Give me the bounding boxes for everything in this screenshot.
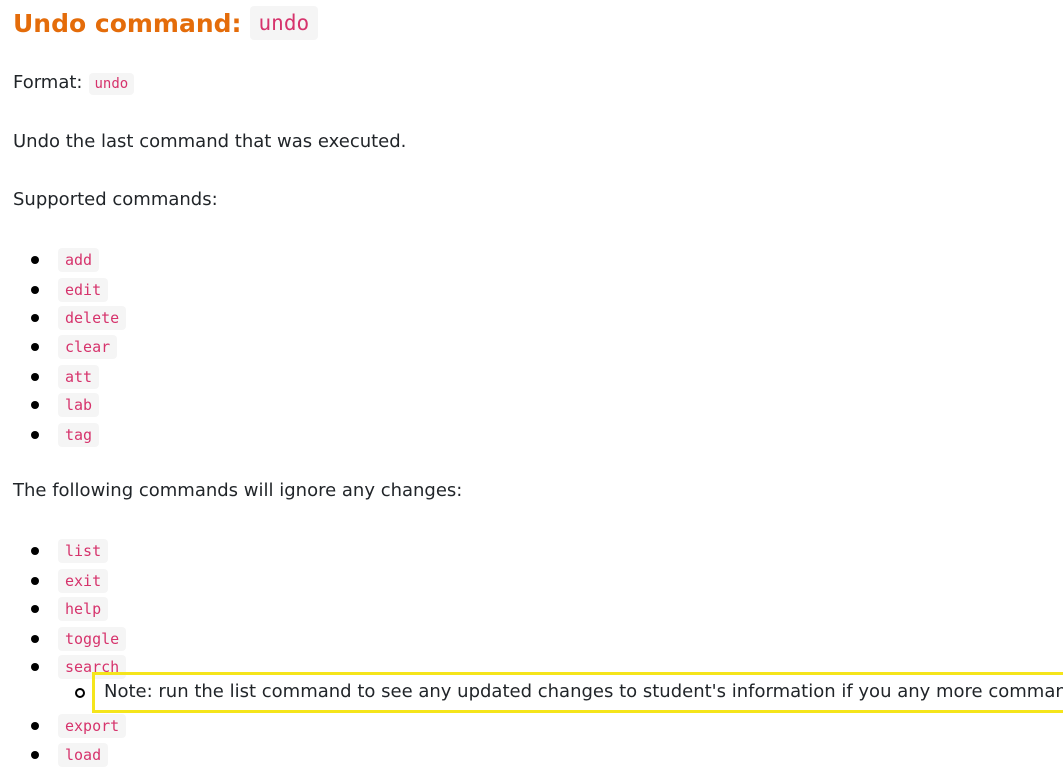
- list-item: load: [13, 743, 109, 767]
- command-code: toggle: [58, 627, 127, 651]
- command-code: delete: [58, 306, 127, 330]
- section-heading: Undo command: undo: [13, 6, 319, 40]
- command-code: load: [58, 743, 109, 767]
- list-item: att: [13, 365, 100, 389]
- bullet-icon: [31, 577, 39, 585]
- bullet-icon: [31, 401, 39, 409]
- list-item: clear: [13, 335, 118, 359]
- command-code: export: [58, 714, 127, 738]
- bullet-icon: [31, 256, 39, 264]
- bullet-icon: [31, 605, 39, 613]
- search-subnote: Note: run the list command to see any up…: [75, 672, 1063, 713]
- command-code: lab: [58, 393, 100, 417]
- format-line: Format: undo: [13, 72, 135, 95]
- bullet-icon: [31, 343, 39, 351]
- supported-commands-label: Supported commands:: [13, 189, 218, 210]
- format-command-code: undo: [88, 73, 135, 95]
- list-item: delete: [13, 306, 127, 330]
- command-code: help: [58, 597, 109, 621]
- ignored-commands-label: The following commands will ignore any c…: [13, 480, 463, 501]
- list-item: export: [13, 714, 127, 738]
- list-item: add: [13, 248, 100, 272]
- command-code: clear: [58, 335, 118, 359]
- command-code: list: [58, 539, 109, 563]
- list-item: edit: [13, 278, 109, 302]
- bullet-icon: [31, 722, 39, 730]
- bullet-icon: [31, 635, 39, 643]
- bullet-icon: [31, 751, 39, 759]
- list-item: exit: [13, 569, 109, 593]
- heading-title: Undo command:: [13, 8, 242, 38]
- bullet-icon: [31, 286, 39, 294]
- command-code: add: [58, 248, 100, 272]
- command-code: att: [58, 365, 100, 389]
- bullet-icon: [31, 431, 39, 439]
- description-text: Undo the last command that was executed.: [13, 131, 407, 152]
- circle-bullet-icon: [75, 687, 85, 698]
- command-code: exit: [58, 569, 109, 593]
- format-label: Format:: [13, 72, 83, 93]
- list-item: toggle: [13, 627, 127, 651]
- list-item: lab: [13, 393, 100, 417]
- list-item: help: [13, 597, 109, 621]
- heading-command-code: undo: [249, 6, 319, 40]
- bullet-icon: [31, 314, 39, 322]
- bullet-icon: [31, 663, 39, 671]
- list-item: tag: [13, 423, 100, 447]
- command-code: edit: [58, 278, 109, 302]
- command-code: tag: [58, 423, 100, 447]
- list-item: list: [13, 539, 109, 563]
- bullet-icon: [31, 373, 39, 381]
- bullet-icon: [31, 547, 39, 555]
- highlighted-note: Note: run the list command to see any up…: [92, 672, 1063, 713]
